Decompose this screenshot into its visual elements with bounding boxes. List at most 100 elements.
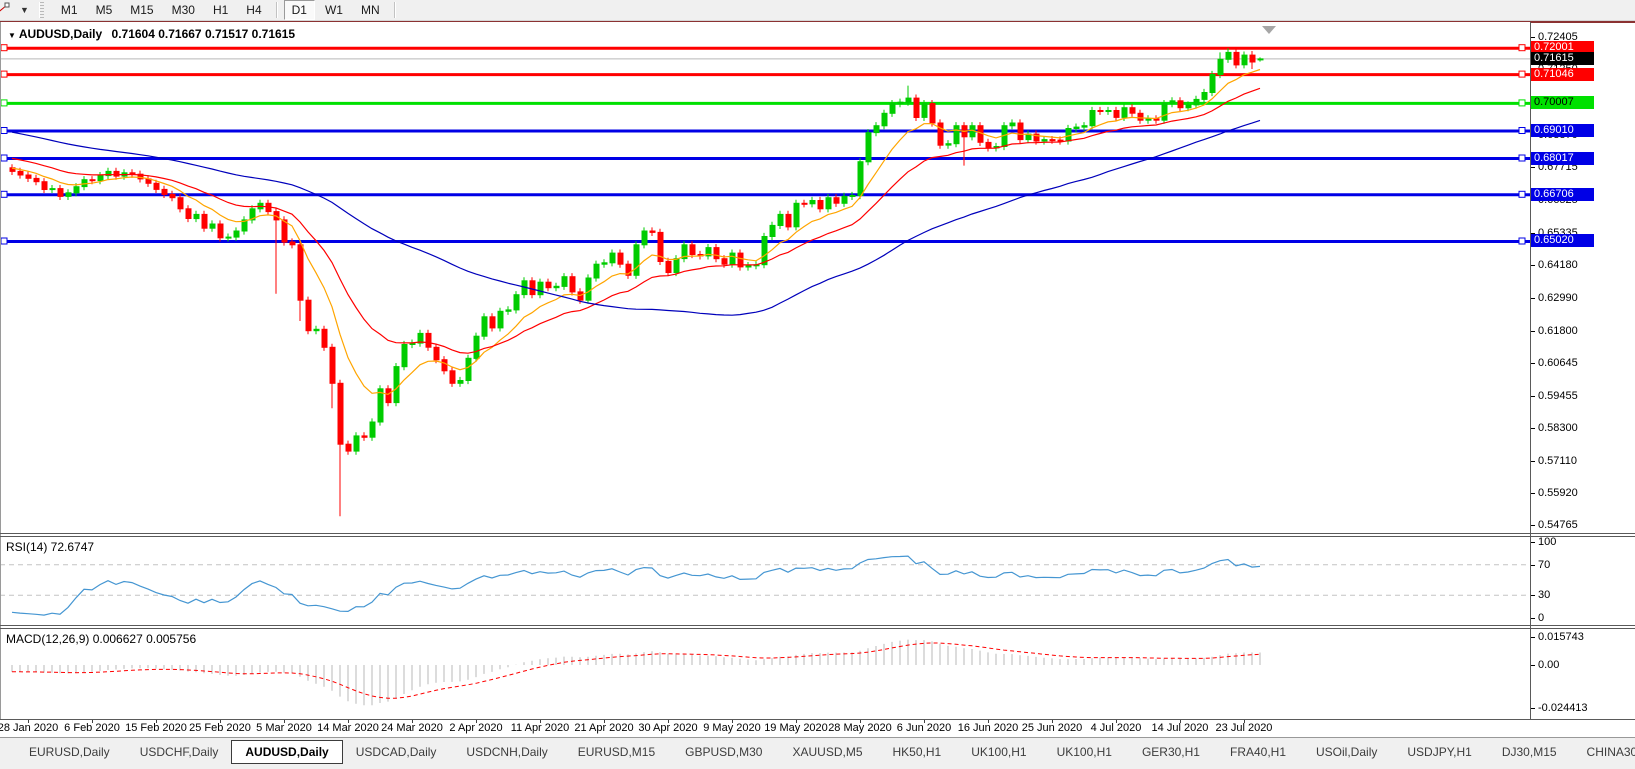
chart-ohlc-values: 0.71604 0.71667 0.71517 0.71615 — [112, 27, 296, 41]
tab-xauusd-m5[interactable]: XAUUSD,M5 — [779, 742, 875, 763]
macd-signal-line — [12, 643, 1260, 698]
timeframe-toolbar: M1M5M15M30H1H4 D1W1MN — [52, 0, 401, 21]
macd-axis-tick — [1531, 665, 1535, 666]
hline-left-handle[interactable] — [1, 100, 7, 106]
ma-fast-line — [12, 70, 1260, 395]
tab-fra40-h1[interactable]: FRA40,H1 — [1217, 742, 1299, 763]
panel-separator — [0, 625, 1635, 626]
tab-usoil-daily[interactable]: USOil,Daily — [1303, 742, 1390, 763]
toolbar-separator — [276, 2, 278, 18]
macd-axis-tick — [1531, 637, 1535, 638]
tab-uk100-h1[interactable]: UK100,H1 — [1044, 742, 1125, 763]
tab-gbpusd-m30[interactable]: GBPUSD,M30 — [672, 742, 775, 763]
timeframe-button-m15[interactable]: M15 — [122, 0, 161, 20]
toolbar-separator — [394, 2, 396, 18]
price-line-tag[interactable]: 0.71046 — [1531, 68, 1594, 81]
rsi-indicator-label: RSI(14) 72.6747 — [6, 540, 94, 554]
tab-uk100-h1[interactable]: UK100,H1 — [958, 742, 1039, 763]
rsi-panel-canvas[interactable] — [0, 536, 1530, 625]
hline-right-handle[interactable] — [1519, 155, 1525, 161]
panel-separator — [0, 719, 1635, 720]
hline-left-handle[interactable] — [1, 155, 7, 161]
price-axis-tick — [1531, 525, 1535, 526]
timeframe-button-m5[interactable]: M5 — [88, 0, 121, 20]
price-axis-tick — [1531, 396, 1535, 397]
collapse-icon[interactable]: ▼ — [8, 31, 16, 40]
hline-left-handle[interactable] — [1, 45, 7, 51]
ma-mid-line — [12, 88, 1260, 353]
chart-symbol-period: AUDUSD,Daily — [19, 27, 102, 41]
price-axis-tick-label: 0.57110 — [1538, 455, 1577, 467]
price-axis-tick-label: 0.64180 — [1538, 259, 1578, 271]
tab-ger30-h1[interactable]: GER30,H1 — [1129, 742, 1213, 763]
price-line-tag[interactable]: 0.66706 — [1531, 188, 1594, 201]
rsi-axis-tick-label: 70 — [1538, 559, 1550, 571]
current-price-tag: 0.71615 — [1531, 52, 1594, 65]
main-chart-canvas[interactable] — [0, 22, 1530, 533]
rsi-axis-tick — [1531, 595, 1535, 596]
rsi-axis-tick — [1531, 618, 1535, 619]
hline-right-handle[interactable] — [1519, 71, 1525, 77]
tab-hk50-h1[interactable]: HK50,H1 — [880, 742, 955, 763]
chart-tools-icon[interactable] — [0, 2, 18, 18]
tab-usdcnh-daily[interactable]: USDCNH,Daily — [453, 742, 560, 763]
macd-axis-tick-label: 0.015743 — [1538, 631, 1584, 643]
price-axis-tick — [1531, 298, 1535, 299]
hline-left-handle[interactable] — [1, 71, 7, 77]
tab-audusd-daily[interactable]: AUDUSD,Daily — [231, 740, 342, 764]
macd-indicator-label: MACD(12,26,9) 0.006627 0.005756 — [6, 632, 196, 646]
macd-histogram — [12, 640, 1260, 706]
panel-separator — [0, 533, 1635, 534]
timeframe-button-d1[interactable]: D1 — [284, 0, 315, 20]
hline-right-handle[interactable] — [1519, 100, 1525, 106]
tab-eurusd-m15[interactable]: EURUSD,M15 — [565, 742, 668, 763]
macd-axis-tick — [1531, 708, 1535, 709]
price-axis-tick — [1531, 265, 1535, 266]
price-axis-tick — [1531, 493, 1535, 494]
macd-panel-canvas[interactable] — [0, 628, 1530, 719]
hline-left-handle[interactable] — [1, 238, 7, 244]
tab-china300-h4[interactable]: CHINA300,H4 — [1574, 742, 1635, 763]
hline-right-handle[interactable] — [1519, 191, 1525, 197]
price-axis-tick-label: 0.59455 — [1538, 390, 1578, 402]
price-axis-tick — [1531, 37, 1535, 38]
price-axis-tick — [1531, 167, 1535, 168]
price-axis-tick-label: 0.60645 — [1538, 357, 1578, 369]
rsi-axis-tick-label: 0 — [1538, 612, 1544, 624]
tab-usdchf-daily[interactable]: USDCHF,Daily — [127, 742, 232, 763]
price-line-tag[interactable]: 0.70007 — [1531, 96, 1594, 109]
chart-tab-bar: EURUSD,DailyUSDCHF,DailyAUDUSD,DailyUSDC… — [0, 737, 1635, 769]
timeframe-button-w1[interactable]: W1 — [317, 0, 351, 20]
timeframe-button-m30[interactable]: M30 — [164, 0, 203, 20]
hline-left-handle[interactable] — [1, 128, 7, 134]
hline-right-handle[interactable] — [1519, 238, 1525, 244]
hline-right-handle[interactable] — [1519, 128, 1525, 134]
price-axis-tick — [1531, 331, 1535, 332]
tab-usdcad-daily[interactable]: USDCAD,Daily — [343, 742, 450, 763]
price-axis-tick-label: 0.62990 — [1538, 292, 1578, 304]
macd-axis-tick-label: -0.024413 — [1538, 702, 1588, 714]
tab-usdjpy-h1[interactable]: USDJPY,H1 — [1394, 742, 1484, 763]
price-line-tag[interactable]: 0.69010 — [1531, 124, 1594, 137]
tab-dj30-m15[interactable]: DJ30,M15 — [1489, 742, 1570, 763]
price-line-tag[interactable]: 0.65020 — [1531, 234, 1594, 247]
tab-eurusd-daily[interactable]: EURUSD,Daily — [16, 742, 123, 763]
timeframe-button-m1[interactable]: M1 — [53, 0, 86, 20]
panel-separator — [0, 628, 1635, 629]
dropdown-arrow-icon[interactable]: ▼ — [20, 5, 29, 15]
panel-separator — [0, 536, 1635, 537]
toolbar-grip-handle[interactable] — [39, 2, 44, 18]
top-toolbar: ▼ M1M5M15M30H1H4 D1W1MN — [0, 0, 1635, 21]
timeframe-button-h4[interactable]: H4 — [238, 0, 269, 20]
timeframe-button-mn[interactable]: MN — [353, 0, 388, 20]
hline-right-handle[interactable] — [1519, 45, 1525, 51]
price-axis-tick-label: 0.61800 — [1538, 325, 1578, 337]
timeframe-button-h1[interactable]: H1 — [205, 0, 236, 20]
price-axis-tick-label: 0.58300 — [1538, 422, 1578, 434]
chart-title: ▼ AUDUSD,Daily 0.71604 0.71667 0.71517 0… — [8, 27, 295, 41]
price-line-tag[interactable]: 0.68017 — [1531, 152, 1594, 165]
scroll-to-end-marker[interactable] — [1262, 26, 1276, 34]
hline-left-handle[interactable] — [1, 191, 7, 197]
candles — [10, 48, 1263, 516]
price-axis-tick — [1531, 363, 1535, 364]
